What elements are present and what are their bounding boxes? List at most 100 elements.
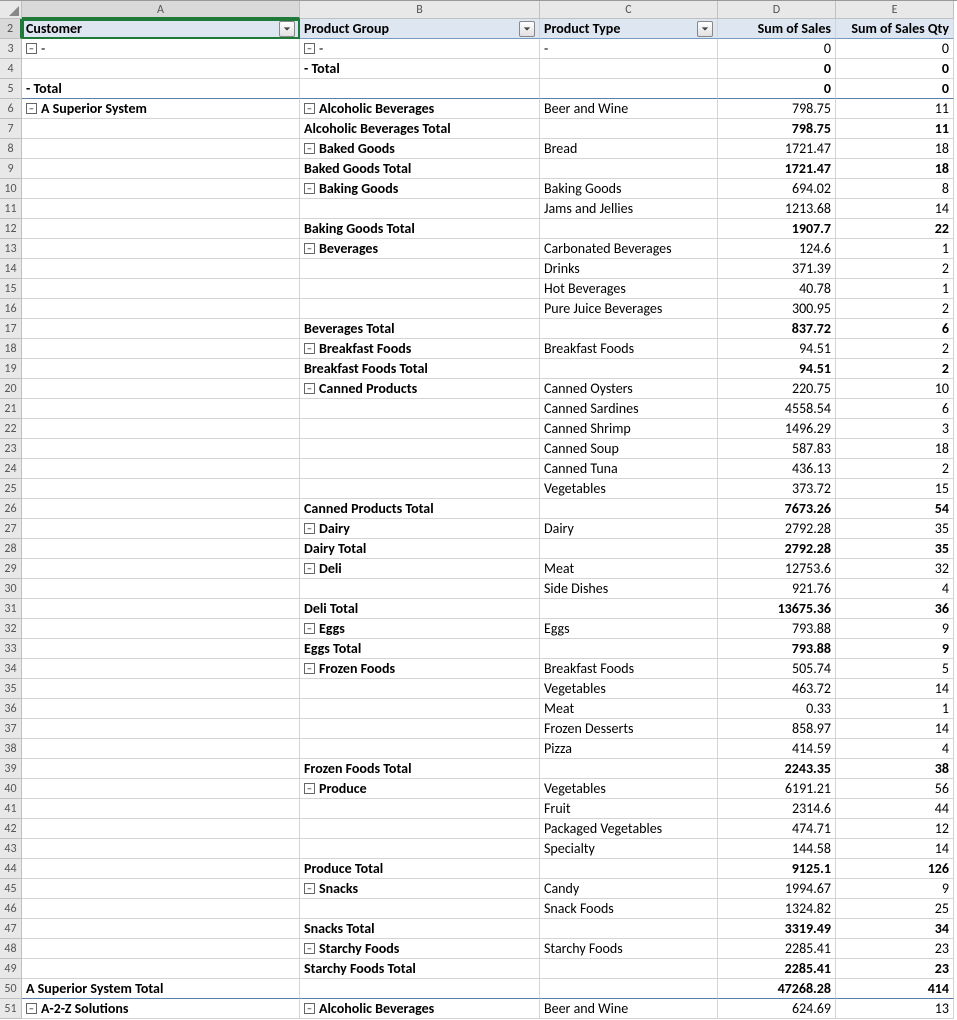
cell-sum-sales[interactable]: 2792.28 xyxy=(718,539,836,559)
row-header[interactable]: 13 xyxy=(0,239,22,259)
cell-sum-qty[interactable]: 35 xyxy=(836,539,954,559)
cell-product-group[interactable]: −Beverages xyxy=(300,239,540,259)
cell-product-group[interactable]: Frozen Foods Total xyxy=(300,759,540,779)
cell-sum-sales[interactable]: 921.76 xyxy=(718,579,836,599)
cell-sum-qty[interactable]: 5 xyxy=(836,659,954,679)
row-header[interactable]: 49 xyxy=(0,959,22,979)
row-header[interactable]: 41 xyxy=(0,799,22,819)
cell-sum-qty[interactable]: 0 xyxy=(836,79,954,99)
cell-product-type[interactable] xyxy=(540,219,718,239)
cell-product-group[interactable] xyxy=(300,419,540,439)
cell-sum-qty[interactable]: 23 xyxy=(836,959,954,979)
cell-sum-qty[interactable]: 15 xyxy=(836,479,954,499)
cell-product-type[interactable]: Beer and Wine xyxy=(540,999,718,1019)
column-header[interactable]: E xyxy=(836,1,954,19)
cell-sum-sales[interactable]: 2792.28 xyxy=(718,519,836,539)
cell-product-type[interactable]: Canned Tuna xyxy=(540,459,718,479)
row-header[interactable]: 2 xyxy=(0,19,22,39)
cell-product-group[interactable]: Dairy Total xyxy=(300,539,540,559)
cell-product-group[interactable] xyxy=(300,699,540,719)
row-header[interactable]: 4 xyxy=(0,59,22,79)
cell-sum-qty[interactable]: 10 xyxy=(836,379,954,399)
cell-sum-sales[interactable]: 0 xyxy=(718,79,836,99)
row-header[interactable]: 23 xyxy=(0,439,22,459)
cell-product-type[interactable]: Fruit xyxy=(540,799,718,819)
cell-product-type[interactable]: Pizza xyxy=(540,739,718,759)
cell-product-group[interactable] xyxy=(300,279,540,299)
cell-product-type[interactable] xyxy=(540,359,718,379)
cell-sum-sales[interactable]: 124.6 xyxy=(718,239,836,259)
row-header[interactable]: 48 xyxy=(0,939,22,959)
cell-product-type[interactable]: Side Dishes xyxy=(540,579,718,599)
cell-sum-sales[interactable]: 1721.47 xyxy=(718,139,836,159)
cell-customer[interactable] xyxy=(22,259,300,279)
collapse-toggle[interactable]: − xyxy=(26,1003,37,1014)
cell-product-group[interactable]: Breakfast Foods Total xyxy=(300,359,540,379)
pivot-field-header[interactable]: Customer xyxy=(22,19,300,39)
cell-sum-sales[interactable]: 1213.68 xyxy=(718,199,836,219)
cell-customer[interactable] xyxy=(22,879,300,899)
cell-product-type[interactable]: Specialty xyxy=(540,839,718,859)
cell-sum-qty[interactable]: 32 xyxy=(836,559,954,579)
cell-customer[interactable] xyxy=(22,919,300,939)
cell-product-type[interactable]: Bread xyxy=(540,139,718,159)
cell-sum-sales[interactable]: 220.75 xyxy=(718,379,836,399)
cell-sum-qty[interactable]: 38 xyxy=(836,759,954,779)
cell-sum-qty[interactable]: 0 xyxy=(836,59,954,79)
cell-sum-qty[interactable]: 3 xyxy=(836,419,954,439)
row-header[interactable]: 38 xyxy=(0,739,22,759)
cell-product-type[interactable]: Meat xyxy=(540,559,718,579)
cell-customer[interactable] xyxy=(22,519,300,539)
collapse-toggle[interactable]: − xyxy=(304,1003,315,1014)
cell-product-type[interactable]: Canned Oysters xyxy=(540,379,718,399)
collapse-toggle[interactable]: − xyxy=(26,43,37,54)
cell-product-group[interactable]: Baked Goods Total xyxy=(300,159,540,179)
cell-customer[interactable]: −A Superior System xyxy=(22,99,300,119)
row-header[interactable]: 26 xyxy=(0,499,22,519)
cell-sum-sales[interactable]: 6191.21 xyxy=(718,779,836,799)
row-header[interactable]: 10 xyxy=(0,179,22,199)
collapse-toggle[interactable]: − xyxy=(304,623,315,634)
collapse-toggle[interactable]: − xyxy=(304,523,315,534)
row-header[interactable]: 42 xyxy=(0,819,22,839)
cell-product-group[interactable]: Deli Total xyxy=(300,599,540,619)
collapse-toggle[interactable]: − xyxy=(304,183,315,194)
cell-customer[interactable] xyxy=(22,599,300,619)
cell-product-type[interactable] xyxy=(540,759,718,779)
cell-sum-sales[interactable]: 858.97 xyxy=(718,719,836,739)
cell-sum-qty[interactable]: 6 xyxy=(836,319,954,339)
cell-customer[interactable] xyxy=(22,219,300,239)
cell-sum-sales[interactable]: 798.75 xyxy=(718,119,836,139)
cell-customer[interactable] xyxy=(22,839,300,859)
cell-product-type[interactable] xyxy=(540,159,718,179)
cell-product-group[interactable]: −Alcoholic Beverages xyxy=(300,99,540,119)
cell-customer[interactable] xyxy=(22,939,300,959)
row-header[interactable]: 18 xyxy=(0,339,22,359)
cell-customer[interactable] xyxy=(22,479,300,499)
row-header[interactable]: 20 xyxy=(0,379,22,399)
collapse-toggle[interactable]: − xyxy=(304,43,315,54)
cell-sum-sales[interactable]: 587.83 xyxy=(718,439,836,459)
cell-sum-qty[interactable]: 34 xyxy=(836,919,954,939)
row-header[interactable]: 33 xyxy=(0,639,22,659)
cell-product-type[interactable]: Carbonated Beverages xyxy=(540,239,718,259)
row-header[interactable]: 17 xyxy=(0,319,22,339)
cell-sum-qty[interactable]: 14 xyxy=(836,719,954,739)
cell-product-group[interactable] xyxy=(300,679,540,699)
cell-sum-qty[interactable]: 54 xyxy=(836,499,954,519)
row-header[interactable]: 31 xyxy=(0,599,22,619)
cell-customer[interactable] xyxy=(22,819,300,839)
cell-sum-sales[interactable]: 371.39 xyxy=(718,259,836,279)
row-header[interactable]: 43 xyxy=(0,839,22,859)
row-header[interactable]: 5 xyxy=(0,79,22,99)
cell-customer[interactable] xyxy=(22,739,300,759)
cell-sum-qty[interactable]: 56 xyxy=(836,779,954,799)
filter-dropdown-button[interactable] xyxy=(519,21,535,37)
cell-sum-sales[interactable]: 373.72 xyxy=(718,479,836,499)
cell-product-type[interactable] xyxy=(540,859,718,879)
cell-product-group[interactable]: Alcoholic Beverages Total xyxy=(300,119,540,139)
cell-product-type[interactable] xyxy=(540,639,718,659)
cell-customer[interactable] xyxy=(22,439,300,459)
cell-sum-sales[interactable]: 474.71 xyxy=(718,819,836,839)
cell-customer[interactable] xyxy=(22,539,300,559)
